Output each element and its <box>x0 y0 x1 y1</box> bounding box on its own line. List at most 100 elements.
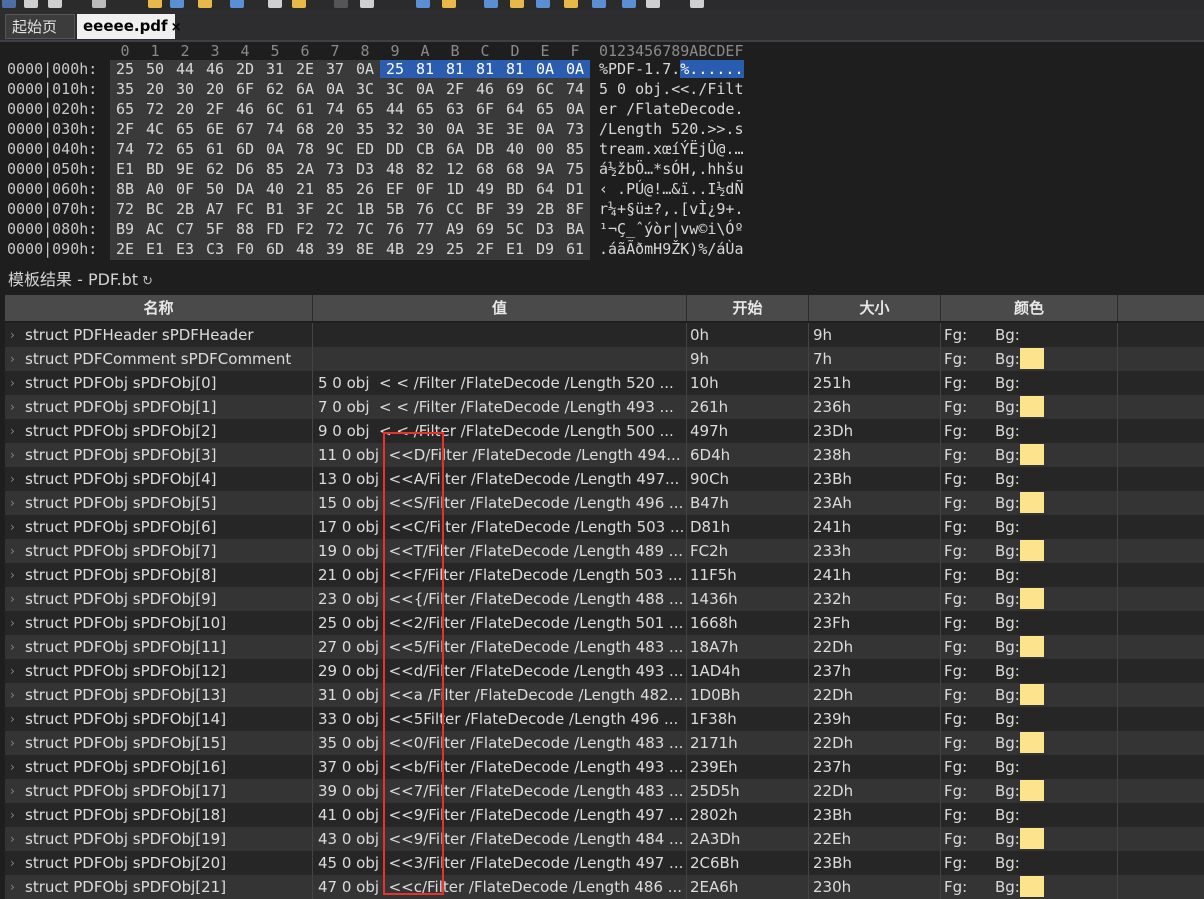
toolbar-tool-icon[interactable] <box>2 0 16 8</box>
bg-color-swatch[interactable] <box>1020 444 1044 465</box>
hex-ascii[interactable]: /Length 520.>>.s <box>599 120 744 138</box>
chevron-right-icon[interactable]: › <box>10 635 15 659</box>
cell-color[interactable]: Fg: Bg: <box>941 323 1118 347</box>
hex-row[interactable]: 0000|050h: E1 BD 9E 62 D6 85 2A 73 D3 48 82 12 68 68 9A… <box>0 160 1204 180</box>
cell-start[interactable]: 10h <box>687 371 809 395</box>
cell-name[interactable]: › struct PDFObj sPDFObj[21] <box>5 875 313 899</box>
cell-color[interactable]: Fg: Bg: <box>941 731 1118 755</box>
cell-name[interactable]: › struct PDFComment sPDFComment <box>5 347 313 371</box>
cell-start[interactable]: 2802h <box>687 803 809 827</box>
cell-size[interactable]: 241h <box>809 515 941 539</box>
toolbar-paste-icon[interactable] <box>48 0 62 8</box>
table-row[interactable]: › struct PDFObj sPDFObj[6] 17 0 obj <<C/Fi… <box>5 515 1204 539</box>
cell-start[interactable]: 2171h <box>687 731 809 755</box>
hex-row[interactable]: 0000|080h: B9 AC C7 5F 88 FD F2 72 7C 76 77 A9 69 5C D3… <box>0 220 1204 240</box>
cell-size[interactable]: 237h <box>809 755 941 779</box>
column-header-value[interactable]: 值 <box>313 295 687 321</box>
hex-byte[interactable]: 9C <box>320 140 350 158</box>
hex-byte[interactable]: A0 <box>140 180 170 198</box>
hex-byte[interactable]: 3C <box>380 80 410 98</box>
cell-size[interactable]: 251h <box>809 371 941 395</box>
cell-color[interactable]: Fg: Bg: <box>941 515 1118 539</box>
chevron-right-icon[interactable]: › <box>10 779 15 803</box>
cell-start[interactable]: 25D5h <box>687 779 809 803</box>
hex-byte[interactable]: 75 <box>560 160 590 178</box>
cell-color[interactable]: Fg: Bg: <box>941 491 1118 515</box>
hex-byte[interactable]: D9 <box>530 240 560 258</box>
hex-byte[interactable]: 12 <box>440 160 470 178</box>
cell-color[interactable]: Fg: Bg: <box>941 635 1118 659</box>
hex-byte[interactable]: 26 <box>350 180 380 198</box>
cell-start[interactable]: 9h <box>687 347 809 371</box>
cell-size[interactable]: 23Bh <box>809 851 941 875</box>
hex-byte[interactable]: 2C <box>320 200 350 218</box>
cell-value[interactable]: 13 0 obj <<A/Filter /FlateDecode /Length… <box>313 467 687 491</box>
cell-size[interactable]: 22Dh <box>809 635 941 659</box>
hex-byte[interactable]: 69 <box>500 80 530 98</box>
hex-byte[interactable]: 39 <box>320 240 350 258</box>
hex-row[interactable]: 0000|040h: 74 72 65 61 6D 0A 78 9C ED DD CB 6A DB 40 00… <box>0 140 1204 160</box>
chevron-right-icon[interactable]: › <box>10 323 15 347</box>
cell-value[interactable]: 35 0 obj <<0/Filter /FlateDecode /Length… <box>313 731 687 755</box>
hex-bytes[interactable]: 8B A0 0F 50 DA 40 21 85 26 EF 0F 1D 49 BD 64 D1 <box>110 180 590 200</box>
chevron-right-icon[interactable]: › <box>10 611 15 635</box>
toolbar-chart-icon[interactable] <box>564 0 578 8</box>
toolbar-sort-icon[interactable] <box>592 0 606 8</box>
hex-byte[interactable]: 0F <box>410 180 440 198</box>
hex-byte[interactable]: 30 <box>170 80 200 98</box>
hex-byte[interactable]: 3F <box>290 200 320 218</box>
cell-size[interactable]: 238h <box>809 443 941 467</box>
table-row[interactable]: › struct PDFObj sPDFObj[18] 41 0 obj <<9/F… <box>5 803 1204 827</box>
bg-color-swatch[interactable] <box>1020 828 1044 849</box>
hex-byte[interactable]: 68 <box>470 160 500 178</box>
cell-start[interactable]: 1436h <box>687 587 809 611</box>
hex-byte[interactable]: 46 <box>230 100 260 118</box>
tab-start-page[interactable]: 起始页× <box>5 14 75 61</box>
toolbar-highlight-icon[interactable] <box>442 0 456 8</box>
hex-byte[interactable]: 7C <box>350 220 380 238</box>
chevron-right-icon[interactable]: › <box>10 755 15 779</box>
cell-start[interactable]: 2A3Dh <box>687 827 809 851</box>
hex-ascii[interactable]: ‹ .PÚ@!…&ï..I½dÑ <box>599 180 744 198</box>
toolbar-number-icon[interactable] <box>646 0 660 8</box>
chevron-right-icon[interactable]: › <box>10 371 15 395</box>
hex-ascii[interactable]: 5 0 obj.<<./Filt <box>599 80 744 98</box>
cell-size[interactable]: 23Bh <box>809 803 941 827</box>
cell-size[interactable]: 23Bh <box>809 467 941 491</box>
toolbar-more-icon[interactable] <box>690 0 704 8</box>
hex-byte[interactable]: 0F <box>170 180 200 198</box>
cell-name[interactable]: › struct PDFHeader sPDFHeader <box>5 323 313 347</box>
hex-byte[interactable]: DB <box>470 140 500 158</box>
table-row[interactable]: › struct PDFObj sPDFObj[0] 5 0 obj < < /Fi… <box>5 371 1204 395</box>
cell-start[interactable]: 497h <box>687 419 809 443</box>
cell-start[interactable]: 1AD4h <box>687 659 809 683</box>
hex-ascii[interactable]: á½žbÖ…*sÓH‚.hhšu <box>599 160 744 178</box>
cell-color[interactable]: Fg: Bg: <box>941 803 1118 827</box>
cell-name[interactable]: › struct PDFObj sPDFObj[16] <box>5 755 313 779</box>
hex-byte[interactable]: E1 <box>500 240 530 258</box>
hex-byte[interactable]: 3E <box>470 120 500 138</box>
toolbar-edit-icon[interactable] <box>268 0 282 8</box>
table-row[interactable]: › struct PDFObj sPDFObj[15] 35 0 obj <<0/F… <box>5 731 1204 755</box>
cell-size[interactable]: 22Dh <box>809 779 941 803</box>
hex-byte[interactable]: 25 <box>440 240 470 258</box>
table-row[interactable]: › struct PDFObj sPDFObj[9] 23 0 obj <<{/Fi… <box>5 587 1204 611</box>
cell-color[interactable]: Fg: Bg: <box>941 611 1118 635</box>
hex-byte[interactable]: 65 <box>170 140 200 158</box>
cell-size[interactable]: 239h <box>809 707 941 731</box>
close-icon[interactable]: × <box>171 20 182 35</box>
hex-byte[interactable]: 74 <box>320 100 350 118</box>
cell-value[interactable]: 43 0 obj <<9/Filter /FlateDecode /Length… <box>313 827 687 851</box>
hex-byte[interactable]: 0A <box>320 80 350 98</box>
cell-color[interactable]: Fg: Bg: <box>941 443 1118 467</box>
bg-color-swatch[interactable] <box>1020 396 1044 417</box>
hex-byte[interactable]: 4C <box>140 120 170 138</box>
table-row[interactable]: › struct PDFObj sPDFObj[8] 21 0 obj <<F/Fi… <box>5 563 1204 587</box>
cell-size[interactable]: 23Dh <box>809 419 941 443</box>
hex-byte[interactable]: 0A <box>260 140 290 158</box>
hex-byte[interactable]: F2 <box>290 220 320 238</box>
hex-byte[interactable]: 37 <box>320 60 350 78</box>
cell-color[interactable]: Fg: Bg: <box>941 659 1118 683</box>
cell-name[interactable]: › struct PDFObj sPDFObj[15] <box>5 731 313 755</box>
toolbar-edit2-icon[interactable] <box>292 0 306 8</box>
